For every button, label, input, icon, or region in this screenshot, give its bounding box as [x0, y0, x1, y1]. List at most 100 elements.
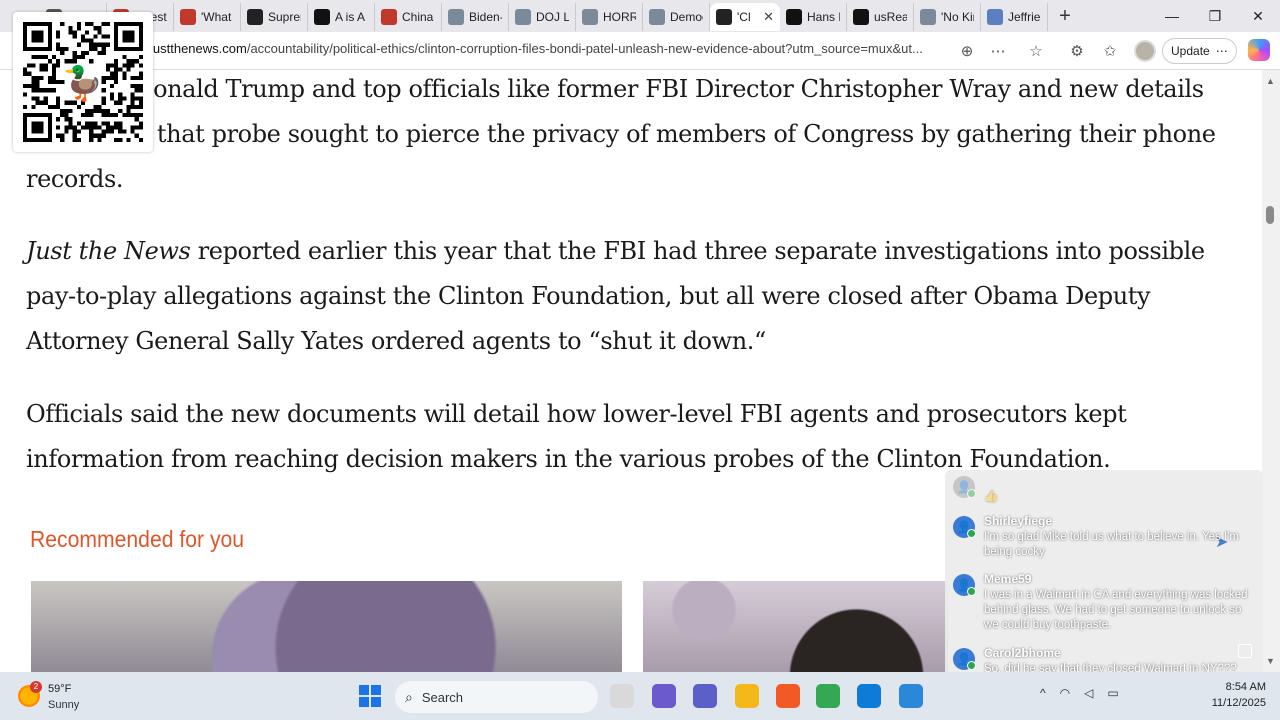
taskbar-app-icon[interactable] — [857, 684, 881, 708]
start-button-icon[interactable] — [359, 685, 381, 707]
taskbar-app-icon[interactable] — [899, 684, 923, 708]
tab-title: China p — [402, 10, 435, 24]
tab-title: Democ — [670, 10, 703, 24]
taskbar-app-icon[interactable] — [816, 684, 840, 708]
more-tools-icon[interactable]: ⋯ — [987, 40, 1009, 62]
extensions-icon[interactable]: ⚙ — [1066, 40, 1088, 62]
tab-favicon-icon — [180, 9, 196, 25]
browser-tab[interactable]: DOJ La — [509, 3, 576, 31]
tab-title: usRealP — [874, 10, 907, 24]
tab-favicon-icon — [381, 9, 397, 25]
url-host: justthenews.com — [150, 41, 247, 56]
browser-tab[interactable]: Democ — [643, 3, 710, 31]
zoom-icon[interactable]: ⊕ — [956, 40, 978, 62]
scroll-down-arrow-icon[interactable]: ▼ — [1266, 656, 1275, 666]
taskbar-app-icon[interactable] — [610, 684, 634, 708]
chat-user-avatar[interactable]: 👤 — [953, 574, 976, 596]
article-paragraph-2-text: reported earlier this year that the FBI … — [26, 237, 1205, 355]
tab-favicon-icon — [716, 9, 732, 25]
url-path: /accountability/political-ethics/clinton… — [246, 41, 923, 56]
clock[interactable]: 8:54 AM 11/12/2025 — [1196, 679, 1266, 711]
page-scrollbar[interactable]: ▲ ▼ — [1262, 70, 1280, 672]
chat-username[interactable]: Shirleyfiege — [984, 514, 1052, 528]
update-label: Update — [1171, 44, 1210, 58]
scroll-thumb[interactable] — [1266, 206, 1274, 224]
search-label: Search — [421, 689, 464, 705]
tab-close-icon[interactable]: ✕ — [763, 9, 774, 25]
article-paragraph-2: Just the News reported earlier this year… — [26, 229, 1241, 364]
volume-icon[interactable]: ◁ — [1084, 686, 1093, 700]
taskbar-app-icon[interactable] — [652, 684, 676, 708]
taskbar-search[interactable]: ⌕ Search — [395, 681, 598, 713]
tab-favicon-icon — [314, 9, 330, 25]
more-icon: ⋯ — [1215, 44, 1228, 58]
taskbar-app-icon[interactable] — [776, 684, 800, 708]
update-button[interactable]: Update ⋯ — [1162, 38, 1237, 64]
tab-favicon-icon — [247, 9, 263, 25]
recommended-card-image-2[interactable] — [643, 581, 948, 672]
tab-title: 'No Kir — [941, 10, 974, 24]
screen: RutLatest T'What tSuprenA is A cChina pB… — [0, 0, 1280, 720]
tab-favicon-icon — [649, 9, 665, 25]
browser-tab[interactable]: Hans M — [780, 3, 847, 31]
browser-tab[interactable]: 'What t — [174, 3, 241, 31]
tab-favicon-icon — [853, 9, 869, 25]
tab-favicon-icon — [515, 9, 531, 25]
chat-user-avatar[interactable]: 👤 — [953, 516, 976, 538]
weather-condition: Sunny — [48, 699, 80, 711]
browser-tab[interactable]: 'No Kir — [914, 3, 981, 31]
chat-text: 👍 — [984, 491, 999, 503]
profile-avatar[interactable] — [1134, 40, 1156, 62]
url-field[interactable]: justthenews.com/accountability/political… — [150, 41, 950, 56]
new-tab-button[interactable]: + — [1048, 2, 1082, 30]
browser-tab[interactable]: 'Cl ✕ — [710, 3, 780, 31]
chat-expand-icon[interactable] — [1238, 644, 1252, 658]
chat-user-avatar[interactable]: 👤 — [953, 476, 976, 498]
maximize-button[interactable]: ❐ — [1193, 0, 1237, 32]
recommended-card-image-1[interactable] — [31, 581, 622, 672]
browser-tab[interactable]: A is A c — [308, 3, 375, 31]
clock-date: 11/12/2025 — [1211, 697, 1266, 709]
battery-icon[interactable]: ▭ — [1107, 686, 1118, 700]
browser-tab[interactable]: HORRO — [576, 3, 643, 31]
scroll-up-arrow-icon[interactable]: ▲ — [1266, 76, 1275, 86]
clock-time: 8:54 AM — [1225, 681, 1266, 693]
publication-name[interactable]: Just the News — [26, 237, 191, 265]
tab-favicon-icon — [448, 9, 464, 25]
chat-text: I'm so glad Mike told us what to believe… — [984, 531, 1239, 558]
svg-text:🦆: 🦆 — [62, 64, 103, 103]
copilot-icon[interactable] — [1248, 39, 1270, 61]
taskbar-app-icon[interactable] — [735, 684, 759, 708]
article-paragraph-1: targeted Donald Trump and top officials … — [26, 75, 1216, 193]
chat-user-avatar[interactable]: 👤 — [953, 648, 976, 670]
browser-tab[interactable]: Jeffries — [981, 3, 1048, 31]
browser-tab[interactable]: usRealP — [847, 3, 914, 31]
browser-tab[interactable]: Biden- — [442, 3, 509, 31]
chat-text: I was in a Walmart in CA and everything … — [984, 589, 1248, 631]
live-chat-overlay: ➤ 👤 👍 👤 Shirleyfiege I'm so glad Mike told u… — [945, 470, 1263, 702]
qr-code-overlay: 🦆 — [13, 12, 153, 152]
tab-favicon-icon — [987, 9, 1003, 25]
tab-favicon-icon — [582, 9, 598, 25]
chat-username[interactable]: Carol2bhome — [984, 646, 1061, 660]
wifi-icon[interactable]: ◠ — [1060, 686, 1070, 700]
tab-favicon-icon — [786, 9, 802, 25]
chat-username[interactable]: Meme59 — [984, 572, 1031, 586]
tab-title: DOJ La — [536, 10, 569, 24]
tab-title: 'Cl — [737, 10, 751, 24]
weather-alert-badge: 2 — [30, 681, 42, 693]
article-paragraph-3: Officials said the new documents will de… — [26, 400, 1127, 473]
tab-title: A is A c — [335, 10, 368, 24]
favorite-star-icon[interactable]: ☆ — [1025, 40, 1047, 62]
recommended-title: Recommended for you — [30, 526, 245, 552]
tray-chevron-icon[interactable]: ^ — [1040, 686, 1046, 700]
tab-favicon-icon — [920, 9, 936, 25]
browser-tab[interactable]: Supren — [241, 3, 308, 31]
minimize-button[interactable]: — — [1150, 0, 1194, 32]
taskbar-app-icon[interactable] — [693, 684, 717, 708]
search-icon: ⌕ — [405, 688, 413, 705]
browser-tab[interactable]: China p — [375, 3, 442, 31]
window-close-button[interactable]: ✕ — [1236, 0, 1280, 32]
favorites-icon[interactable]: ✩ — [1099, 40, 1121, 62]
address-bar: justthenews.com/accountability/political… — [0, 32, 1280, 70]
